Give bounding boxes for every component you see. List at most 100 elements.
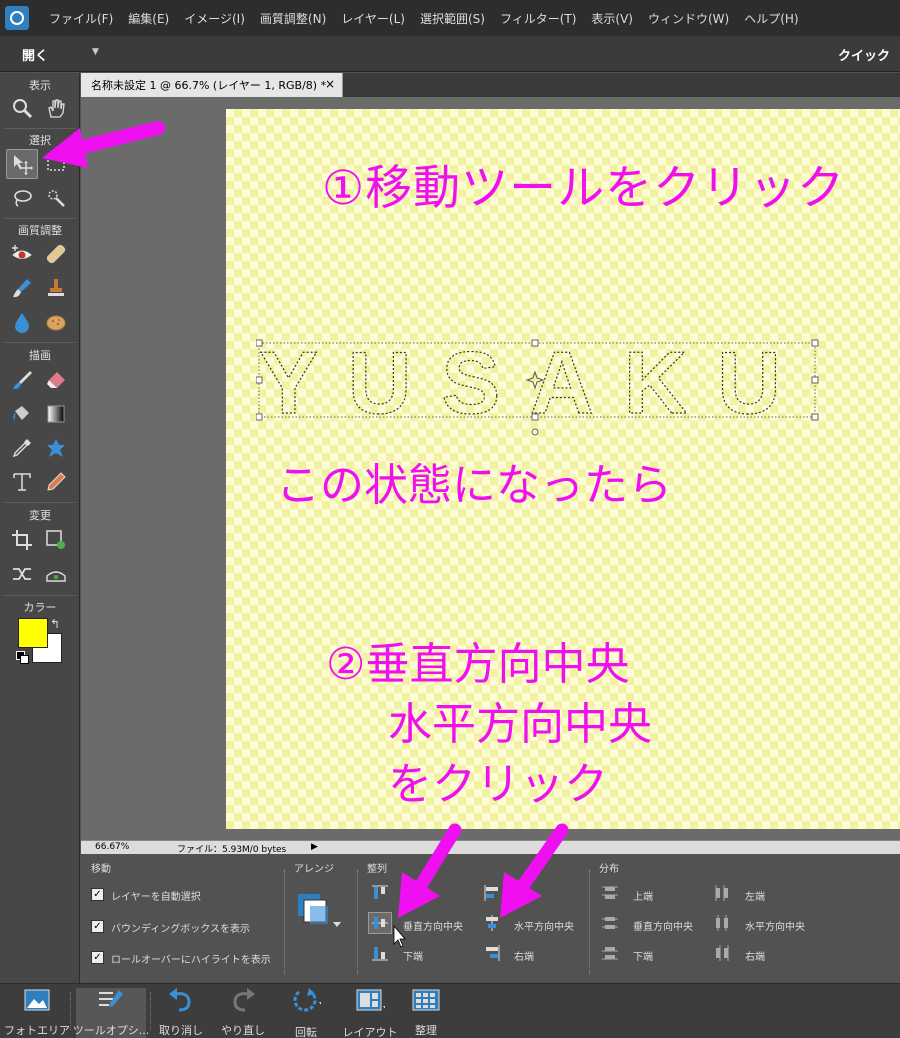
photo-bin-label: フォトエリア [4, 1024, 70, 1037]
align-bottom-label: 下端 [403, 952, 423, 963]
tool-options-label: ツールオプシ... [72, 1024, 150, 1037]
menu-image[interactable]: イメージ(I) [184, 10, 245, 27]
taskbar: フォトエリア ツールオプシ... 取り消し やり直し 回転 レイアウト 整理 [0, 983, 900, 1038]
tool-options-button[interactable]: ツールオプシ... [73, 988, 149, 1038]
default-colors-icon[interactable] [16, 651, 29, 664]
rotate-button[interactable]: 回転 [282, 988, 330, 1038]
open-bar: 開く ▼ クイック [0, 36, 900, 72]
align-horizontal-center-icon[interactable] [483, 914, 501, 932]
menu-edit[interactable]: 編集(E) [128, 10, 169, 27]
menu-layer[interactable]: レイヤー(L) [341, 10, 405, 27]
align-vertical-center-icon[interactable] [371, 914, 389, 932]
zoom-tool-icon[interactable] [6, 93, 38, 123]
foreground-color-swatch[interactable] [18, 618, 48, 648]
menu-filter[interactable]: フィルター(T) [500, 10, 576, 27]
auto-select-layer-checkbox[interactable]: ✓ [91, 888, 104, 901]
annotation-step2-line1: ②垂直方向中央 [326, 639, 630, 690]
custom-shape-tool-icon[interactable] [40, 433, 72, 463]
canvas[interactable]: YUSAKU ①移動ツールをクリック この状態になったら ②垂直方向中央 水平方… [226, 109, 900, 829]
open-button[interactable]: 開く [22, 45, 48, 64]
brush-tool-icon[interactable] [6, 365, 38, 395]
redo-label: やり直し [221, 1024, 265, 1037]
rotate-label: 回転 [295, 1026, 317, 1038]
pencil-tool-icon[interactable] [40, 467, 72, 497]
align-left-icon[interactable] [483, 884, 501, 902]
photo-bin-button[interactable]: フォトエリア [4, 988, 70, 1038]
sponge-tool-icon[interactable] [40, 307, 72, 337]
document-tab-title: 名称未設定 1 @ 66.7% (レイヤー 1, RGB/8) * [91, 79, 327, 92]
menu-window[interactable]: ウィンドウ(W) [648, 10, 729, 27]
distribute-left-label: 左端 [745, 892, 765, 903]
text-tool-icon[interactable] [6, 467, 38, 497]
align-bottom-icon[interactable] [371, 944, 389, 962]
menu-select[interactable]: 選択範囲(S) [420, 10, 485, 27]
crop-tool-icon[interactable] [6, 525, 38, 555]
lasso-tool-icon[interactable] [6, 183, 38, 213]
open-dropdown-icon[interactable]: ▼ [92, 47, 99, 57]
section-select-label: 選択 [29, 134, 51, 147]
align-vertical-center-label: 垂直方向中央 [403, 922, 463, 933]
menu-view[interactable]: 表示(V) [591, 10, 633, 27]
blur-tool-icon[interactable] [6, 307, 38, 337]
distribute-right-icon[interactable] [713, 944, 731, 962]
align-top-icon[interactable] [371, 884, 389, 902]
tools-panel: 表示 選択 画質調整 描画 変更 カラー ↰ [0, 73, 80, 983]
eraser-tool-icon[interactable] [40, 365, 72, 395]
smart-brush-tool-icon[interactable] [6, 273, 38, 303]
auto-select-layer-label: レイヤーを自動選択 [111, 892, 201, 903]
spot-healing-tool-icon[interactable] [40, 239, 72, 269]
menu-help[interactable]: ヘルプ(H) [744, 10, 798, 27]
distribute-title: 分布 [599, 864, 619, 875]
close-icon[interactable]: × [325, 77, 335, 91]
undo-label: 取り消し [159, 1024, 203, 1037]
recompose-tool-icon[interactable] [40, 525, 72, 555]
gradient-tool-icon[interactable] [40, 399, 72, 429]
app-logo-icon [0, 0, 34, 36]
menu-bar: ファイル(F) 編集(E) イメージ(I) 画質調整(N) レイヤー(L) 選択… [0, 0, 900, 36]
organize-label: 整理 [415, 1024, 437, 1037]
status-bar: 66.67% ファイル：5.93M/0 bytes ▶ [81, 840, 900, 855]
undo-icon [166, 988, 196, 1012]
clone-stamp-tool-icon[interactable] [40, 273, 72, 303]
move-tool-icon[interactable] [6, 149, 38, 179]
menu-enhance[interactable]: 画質調整(N) [260, 10, 326, 27]
distribute-horizontal-center-label: 水平方向中央 [745, 922, 805, 933]
document-tab-bar: 名称未設定 1 @ 66.7% (レイヤー 1, RGB/8) * × [81, 73, 900, 97]
organize-icon [411, 988, 441, 1012]
distribute-top-icon[interactable] [601, 884, 619, 902]
distribute-left-icon[interactable] [713, 884, 731, 902]
section-draw-label: 描画 [29, 349, 51, 362]
annotation-step2: ②垂直方向中央 水平方向中央 をクリック [326, 635, 652, 815]
layout-label: レイアウト [342, 1026, 398, 1038]
document-tab[interactable]: 名称未設定 1 @ 66.7% (レイヤー 1, RGB/8) * × [81, 73, 343, 97]
rollover-highlight-checkbox[interactable]: ✓ [91, 951, 104, 964]
menu-file[interactable]: ファイル(F) [49, 10, 113, 27]
status-menu-icon[interactable]: ▶ [311, 842, 318, 852]
swap-colors-icon[interactable]: ↰ [50, 617, 60, 631]
arrange-title: アレンジ [294, 864, 334, 875]
red-eye-tool-icon[interactable] [6, 239, 38, 269]
quick-mode-tab[interactable]: クイック [838, 45, 890, 64]
section-color-label: カラー [23, 601, 57, 614]
marquee-tool-icon[interactable] [40, 149, 72, 179]
selected-text-layer[interactable]: YUSAKU [256, 339, 826, 439]
show-bounding-box-checkbox[interactable]: ✓ [91, 920, 104, 933]
layout-button[interactable]: レイアウト [340, 988, 400, 1038]
paint-bucket-tool-icon[interactable] [6, 399, 38, 429]
redo-button[interactable]: やり直し [216, 988, 270, 1038]
straighten-tool-icon[interactable] [40, 559, 72, 589]
distribute-vertical-center-icon[interactable] [601, 914, 619, 932]
align-right-icon[interactable] [483, 944, 501, 962]
tool-options-icon [96, 988, 126, 1012]
arrange-dropdown-icon[interactable] [296, 892, 342, 932]
eyedropper-tool-icon[interactable] [6, 433, 38, 463]
organize-button[interactable]: 整理 [402, 988, 450, 1038]
undo-button[interactable]: 取り消し [154, 988, 208, 1038]
hand-tool-icon[interactable] [40, 93, 72, 123]
distribute-bottom-icon[interactable] [601, 944, 619, 962]
zoom-readout: 66.67% [95, 842, 130, 852]
content-aware-move-tool-icon[interactable] [6, 559, 38, 589]
distribute-horizontal-center-icon[interactable] [713, 914, 731, 932]
taskbar-separator [70, 992, 71, 1030]
quick-selection-tool-icon[interactable] [40, 183, 72, 213]
